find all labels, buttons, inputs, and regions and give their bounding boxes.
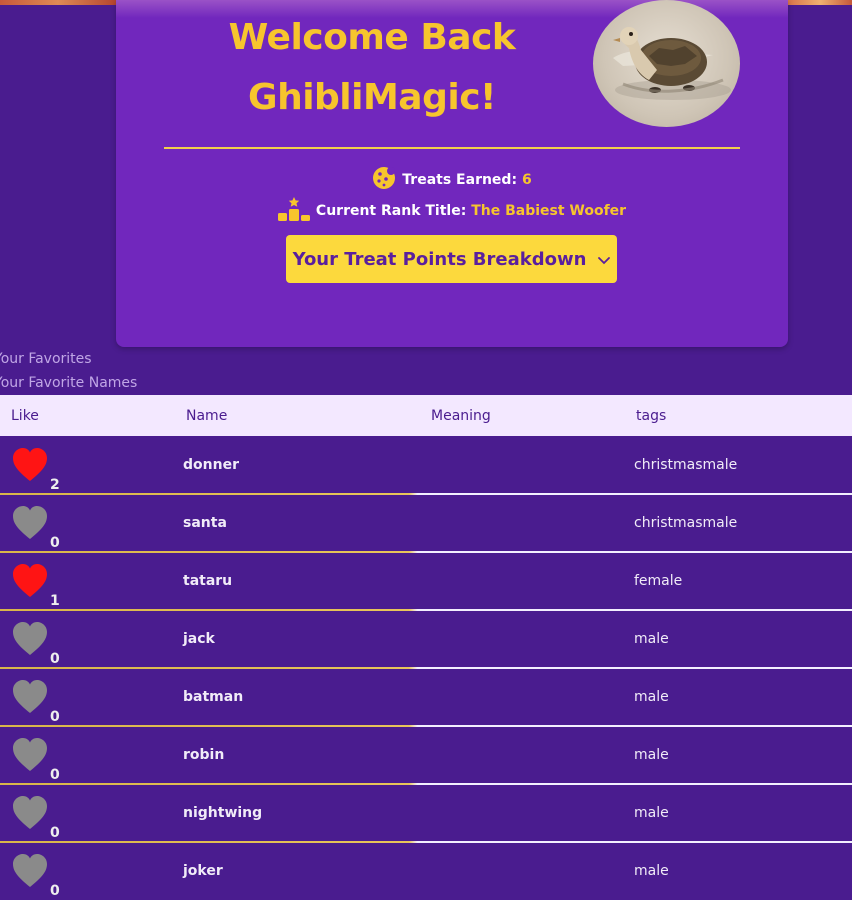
like-cell: 0: [0, 494, 175, 552]
header-divider: [164, 147, 740, 149]
table-header-row: Like Name Meaning tags: [0, 395, 852, 436]
meaning-cell: [420, 552, 625, 610]
welcome-line-2: GhibliMagic!: [248, 77, 496, 118]
row-divider: [0, 551, 852, 553]
welcome-title: Welcome Back GhibliMagic!: [222, 8, 522, 128]
podium-icon: [277, 197, 310, 225]
heart-icon[interactable]: [11, 737, 49, 773]
heart-icon[interactable]: [11, 853, 49, 889]
table-row: 1 tataru female: [0, 552, 852, 610]
like-count: 0: [50, 709, 60, 725]
meaning-cell: [420, 436, 625, 494]
heart-icon[interactable]: [11, 621, 49, 657]
favorite-names-heading: Your Favorite Names: [0, 375, 138, 391]
rank-value: The Babiest Woofer: [471, 203, 627, 219]
like-count: 1: [50, 593, 60, 609]
like-cell: 1: [0, 552, 175, 610]
row-divider: [0, 783, 852, 785]
tags-cell: male: [634, 747, 669, 763]
treat-points-breakdown-button[interactable]: Your Treat Points Breakdown: [286, 235, 617, 283]
table-row: 0 joker male: [0, 842, 852, 900]
welcome-card: Welcome Back GhibliMagic! Treats Earned:…: [116, 0, 788, 347]
column-header-like: Like: [11, 407, 39, 424]
name-cell: batman: [183, 689, 244, 705]
background-photo-strip-right: [788, 0, 852, 5]
meaning-cell: [420, 494, 625, 552]
tags-cell: christmasmale: [634, 515, 738, 531]
breakdown-button-label: Your Treat Points Breakdown: [292, 248, 587, 270]
column-header-tags: tags: [636, 407, 667, 424]
heart-icon[interactable]: [11, 505, 49, 541]
like-cell: 0: [0, 668, 175, 726]
column-header-name: Name: [186, 407, 228, 424]
favorites-heading: Your Favorites: [0, 351, 92, 367]
tags-cell: christmasmale: [634, 457, 738, 473]
like-count: 2: [50, 477, 60, 493]
column-header-meaning: Meaning: [431, 407, 491, 424]
meaning-cell: [420, 726, 625, 784]
meaning-cell: [420, 842, 625, 900]
like-cell: 0: [0, 784, 175, 842]
table-row: 2 donner christmasmale: [0, 436, 852, 494]
tags-cell: female: [634, 573, 683, 589]
welcome-line-1: Welcome Back: [228, 17, 516, 58]
tags-cell: male: [634, 863, 669, 879]
avatar-illustration: [613, 27, 731, 100]
heart-icon[interactable]: [11, 447, 49, 483]
like-count: 0: [50, 535, 60, 551]
meaning-cell: [420, 784, 625, 842]
like-cell: 2: [0, 436, 175, 494]
rank-title: Current Rank Title: The Babiest Woofer: [116, 197, 788, 225]
table-row: 0 jack male: [0, 610, 852, 668]
name-cell: donner: [183, 457, 239, 473]
rank-label: Current Rank Title:: [315, 203, 467, 219]
table-row: 0 santa christmasmale: [0, 494, 852, 552]
favorites-table: Like Name Meaning tags 2 donner christmasm…: [0, 395, 852, 900]
table-row: 0 nightwing male: [0, 784, 852, 842]
chevron-down-icon: [598, 249, 611, 270]
name-cell: tataru: [183, 573, 233, 589]
avatar: [593, 0, 740, 127]
name-cell: santa: [183, 515, 227, 531]
tags-cell: male: [634, 631, 669, 647]
tags-cell: male: [634, 689, 669, 705]
table-row: 0 batman male: [0, 668, 852, 726]
cookie-icon: [372, 166, 396, 194]
heart-icon[interactable]: [11, 563, 49, 599]
row-divider: [0, 841, 852, 843]
table-row: 0 robin male: [0, 726, 852, 784]
background-photo-strip-left: [0, 0, 116, 5]
name-cell: jack: [183, 631, 215, 647]
treats-value: 6: [521, 172, 532, 188]
heart-icon[interactable]: [11, 679, 49, 715]
like-count: 0: [50, 651, 60, 667]
like-cell: 0: [0, 610, 175, 668]
like-count: 0: [50, 883, 60, 899]
heart-icon[interactable]: [11, 795, 49, 831]
row-divider: [0, 725, 852, 727]
name-cell: joker: [183, 863, 223, 879]
name-cell: nightwing: [183, 805, 263, 821]
row-divider: [0, 609, 852, 611]
like-count: 0: [50, 825, 60, 841]
row-divider: [0, 667, 852, 669]
like-count: 0: [50, 767, 60, 783]
meaning-cell: [420, 610, 625, 668]
like-cell: 0: [0, 842, 175, 900]
name-cell: robin: [183, 747, 225, 763]
treats-label: Treats Earned:: [402, 172, 518, 188]
treats-earned: Treats Earned: 6: [116, 166, 788, 194]
tags-cell: male: [634, 805, 669, 821]
row-divider: [0, 493, 852, 495]
like-cell: 0: [0, 726, 175, 784]
meaning-cell: [420, 668, 625, 726]
